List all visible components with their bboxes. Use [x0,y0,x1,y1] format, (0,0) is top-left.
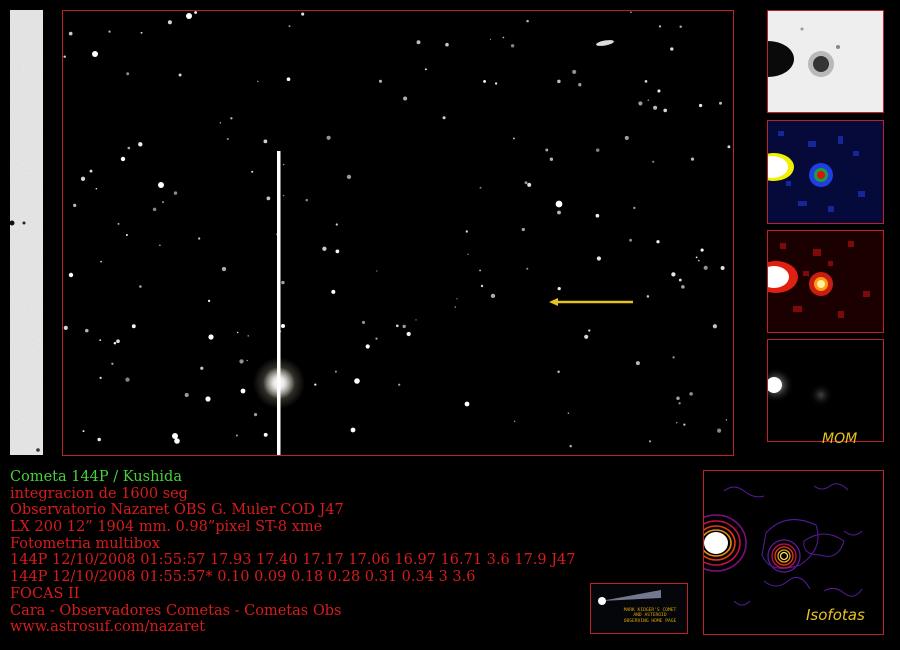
photometry-heading: Fotometria multibox [10,535,160,552]
star-field-graphic [63,11,733,455]
comet-title: Cometa 144P / Kushida [10,469,182,485]
credits-line: Cara - Observadores Cometas - Cometas Ob… [10,602,342,619]
isofotas-label: Isofotas [806,606,865,624]
telescope-line: LX 200 12” 1904 mm. 0.98”pixel ST-8 xme [10,519,323,536]
false-color-blue-thumbnail [767,120,884,224]
logo-text: MARK KIDGER'S COMET AND ASTEROID OBSERVI… [623,608,677,624]
negative-strip-graphic [10,10,43,455]
observation-info-text: Cometa 144P / Kushida integracion de 160… [10,469,576,636]
integration-time: integracion de 1600 seg [10,485,188,502]
software-line: FOCAS II [10,585,80,602]
mom-label: MOM [822,431,858,447]
photometry-magnitudes: 144P 12/10/2008 01:55:57 17.93 17.40 17.… [10,552,576,569]
observatory-line: Observatorio Nazaret OBS G. Muler COD J4… [10,502,344,519]
mark-kidger-logo[interactable]: MARK KIDGER'S COMET AND ASTEROID OBSERVI… [590,583,688,634]
comet-star-field-image [62,10,734,456]
website-link[interactable]: www.astrosuf.com/nazaret [10,619,576,636]
photometry-errors: 144P 12/10/2008 01:55:57* 0.10 0.09 0.18… [10,569,476,586]
negative-strip-image [10,10,43,455]
grayscale-comet-thumbnail [767,339,884,442]
negative-comet-thumbnail [767,10,884,113]
false-color-red-thumbnail [767,230,884,333]
